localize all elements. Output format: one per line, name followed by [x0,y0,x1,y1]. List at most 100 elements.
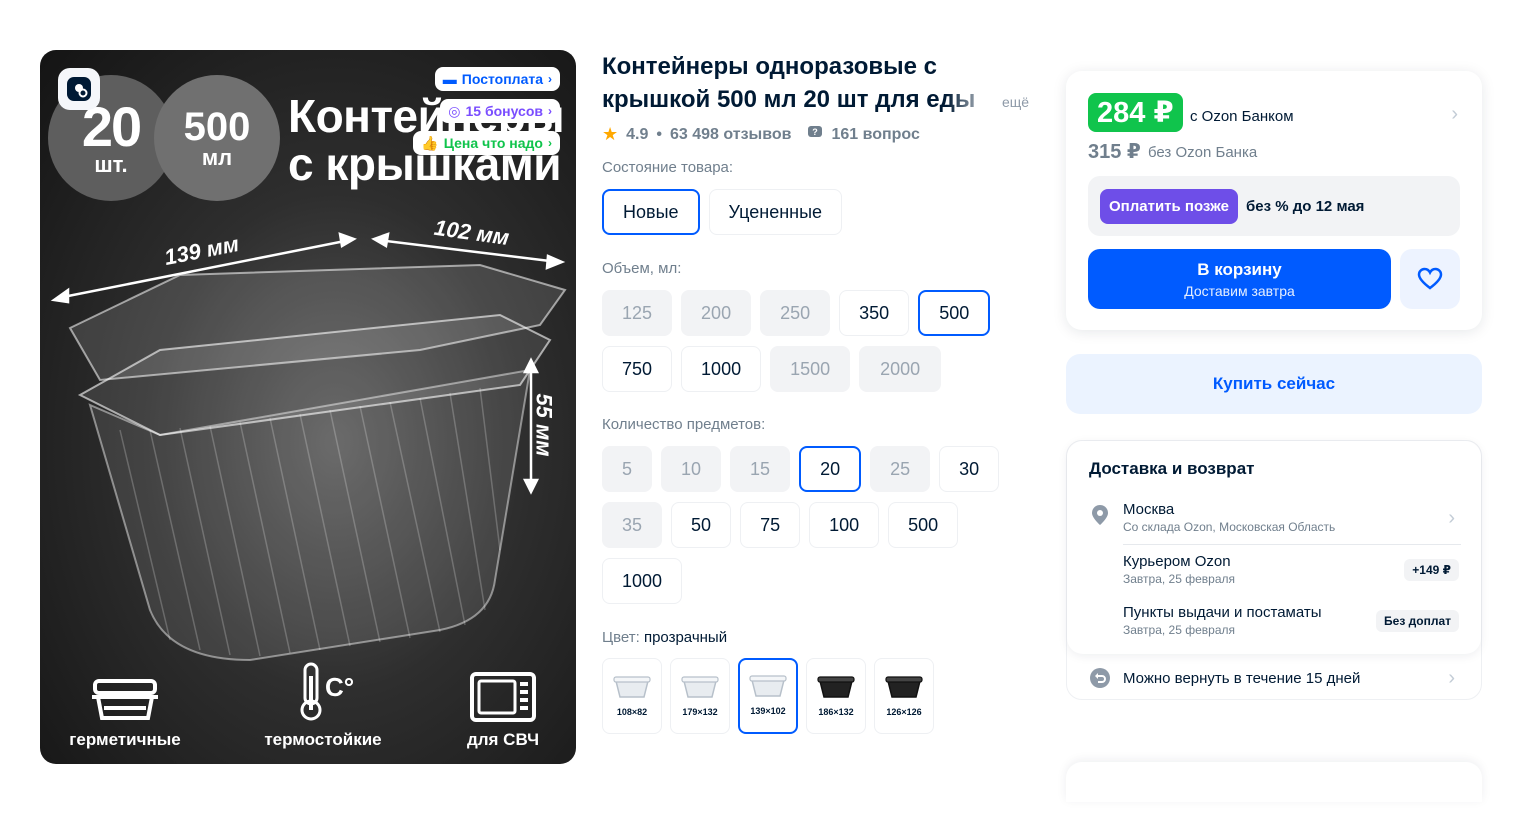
pay-later-block[interactable]: Оплатить позже без % до 12 мая [1088,176,1460,236]
next-card-peek [1066,762,1482,802]
return-icon [1090,668,1110,688]
quantity-option-20[interactable]: 20 [799,446,862,492]
volume-option-350[interactable]: 350 [839,290,910,336]
color-swatch-179×132[interactable]: 179×132 [670,658,730,734]
quantity-option-10[interactable]: 10 [661,446,722,492]
quantity-option-75[interactable]: 75 [740,502,801,548]
container-thumbnail-icon [885,676,923,698]
delivery-title: Доставка и возврат [1089,459,1255,478]
color-swatch-108×82[interactable]: 108×82 [602,658,662,734]
product-info: Контейнеры одноразовые с крышкой 500 мл … [602,50,1042,734]
add-to-cart-button[interactable]: В корзину Доставим завтра [1088,249,1391,309]
svg-text:?: ? [813,127,819,137]
container-thumbnail-icon [749,675,787,697]
pay-later-button[interactable]: Оплатить позже [1100,189,1238,224]
volume-option-200[interactable]: 200 [681,290,752,336]
search-by-photo-icon[interactable] [58,68,100,110]
feature-sealed: герметичные [50,662,200,750]
color-swatch-139×102[interactable]: 139×102 [738,658,798,734]
feature-microwave: для СВЧ [428,662,576,750]
swatch-size-label: 126×126 [886,707,922,717]
color-swatch-186×132[interactable]: 186×132 [806,658,866,734]
delivery-city-row[interactable]: Москва Со склада Ozon, Московская Област… [1123,501,1463,534]
condition-option-discounted[interactable]: Уцененные [708,189,843,235]
chevron-right-icon: › [548,136,552,150]
regular-price-note: без Ozon Банка [1148,144,1258,161]
quantity-option-25[interactable]: 25 [870,446,931,492]
regular-price: 315 ₽ [1088,141,1141,163]
volume-option-125[interactable]: 125 [602,290,673,336]
microwave-icon [428,662,576,722]
chevron-right-icon[interactable]: › [1448,667,1455,690]
quantity-option-1000[interactable]: 1000 [602,558,683,604]
feature-heat-resistant: C° термостойкие [248,662,398,750]
quantity-option-5[interactable]: 5 [602,446,653,492]
color-value: прозрачный [643,629,728,646]
product-image-gallery[interactable]: ▬ Постоплата › ◎ 15 бонусов › 👍 Цена что… [40,50,576,764]
quantity-label: Количество предметов: [602,416,766,433]
bonus-badge[interactable]: ◎ 15 бонусов › [440,99,560,123]
pickup-price-tag: Без доплат [1376,610,1459,632]
quantity-option-15[interactable]: 15 [730,446,791,492]
volume-option-500[interactable]: 500 [918,290,991,336]
quantity-options: 5 10 15 20 25 30 35 50 75 100 500 1000 [602,446,1002,604]
container-thumbnail-icon [613,676,651,698]
thumbs-up-icon: 👍 [421,134,439,151]
location-pin-icon [1091,504,1109,531]
heart-icon [1417,267,1443,290]
volume-option-750[interactable]: 750 [602,346,673,392]
container-thumbnail-icon [817,676,855,698]
price-card: 284 ₽ с Ozon Банком › 315 ₽ без Ozon Бан… [1066,71,1482,330]
city-warehouse: Со склада Ozon, Московская Область [1123,520,1336,534]
product-title: Контейнеры одноразовые с крышкой 500 мл … [602,53,976,113]
quantity-option-500[interactable]: 500 [888,502,959,548]
ozon-bank-price: 284 ₽ [1088,93,1183,132]
quantity-option-50[interactable]: 50 [671,502,732,548]
volume-option-2000[interactable]: 2000 [859,346,942,392]
condition-option-new[interactable]: Новые [602,189,700,235]
svg-text:C°: C° [325,672,354,702]
condition-label: Состояние товара: [602,159,734,176]
pay-later-terms: без % до 12 мая [1246,198,1365,215]
promo-badges: ▬ Постоплата › ◎ 15 бонусов › 👍 Цена что… [413,67,560,155]
questions-link[interactable]: 161 вопрос [831,126,919,144]
rating-row[interactable]: ★ 4.9 • 63 498 отзывов ? 161 вопрос [602,124,1042,145]
chevron-right-icon[interactable]: › [1451,103,1458,126]
volume-options: 125 200 250 350 500 750 1000 1500 2000 [602,290,1042,392]
condition-options: Новые Уцененные [602,189,1042,235]
postpay-badge[interactable]: ▬ Постоплата › [434,67,560,91]
swatch-size-label: 179×132 [682,707,718,717]
color-swatches: 108×82 179×132 139×102 186×132 126×126 [602,658,1042,734]
title-more-link[interactable]: ещё [1002,94,1029,110]
quantity-option-100[interactable]: 100 [809,502,880,548]
volume-circle: 500 мл [154,75,280,201]
swatch-size-label: 139×102 [750,706,786,716]
reviews-link[interactable]: 63 498 отзывов [670,126,791,144]
favorite-button[interactable] [1400,249,1460,309]
delivery-card: Доставка и возврат Москва Со склада Ozon… [1066,440,1482,700]
thermometer-icon: C° [248,662,398,722]
height-dimension: 55 мм [531,393,557,457]
volume-label: Объем, мл: [602,260,682,277]
volume-option-1500[interactable]: 1500 [770,346,851,392]
buy-now-button[interactable]: Купить сейчас [1066,354,1482,414]
card-icon: ▬ [442,71,457,87]
return-policy-row[interactable]: Можно вернуть в течение 15 дней [1089,667,1360,689]
good-price-badge[interactable]: 👍 Цена что надо › [413,131,560,155]
ozon-bank-note: с Ozon Банком [1190,108,1294,125]
chevron-right-icon: › [548,72,552,86]
swatch-size-label: 108×82 [616,707,648,717]
swatch-size-label: 186×132 [818,707,854,717]
quantity-option-30[interactable]: 30 [939,446,1000,492]
courier-price-tag: +149 ₽ [1404,559,1459,581]
container-thumbnail-icon [681,676,719,698]
volume-option-250[interactable]: 250 [760,290,831,336]
question-icon: ? [807,124,823,145]
volume-option-1000[interactable]: 1000 [681,346,762,392]
star-icon: ★ [602,124,619,144]
quantity-option-35[interactable]: 35 [602,502,663,548]
city-name: Москва [1123,501,1175,518]
bonus-icon: ◎ [448,102,461,119]
chevron-right-icon[interactable]: › [1448,507,1455,530]
color-swatch-126×126[interactable]: 126×126 [874,658,934,734]
